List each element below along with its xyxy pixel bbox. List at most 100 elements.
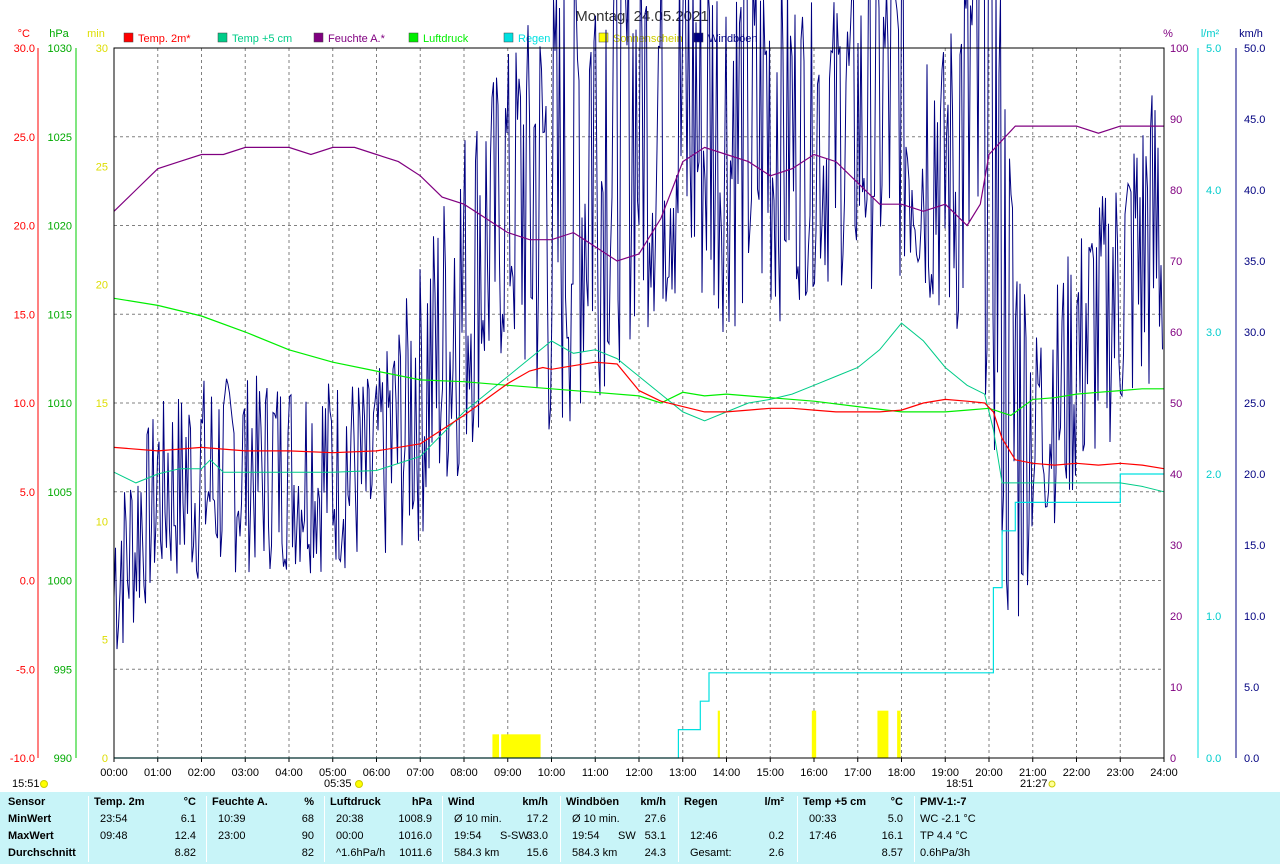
temp-tick-label: 20.0: [14, 221, 35, 233]
stats-value: 15.6: [526, 847, 548, 859]
legend-swatch: [693, 32, 704, 43]
sun-tick-label: 20: [96, 280, 108, 292]
humidity-tick-label: 80: [1170, 185, 1182, 197]
x-tick-label: 13:00: [669, 767, 697, 779]
x-tick-label: 17:00: [844, 767, 872, 779]
sunshine-bar: [501, 734, 541, 758]
sun-tick-label: 0: [102, 753, 108, 765]
x-tick-label: 11:00: [582, 767, 609, 779]
stats-pmv-value: WC -2.1 °C: [920, 813, 976, 825]
weather-chart: Montag, 24.05.2021 °C hPa min % l/m² km/…: [0, 0, 1280, 792]
stats-value: 6.1: [180, 813, 196, 825]
x-tick-label: 24:00: [1150, 767, 1178, 779]
rain-tick-label: 2.0: [1206, 469, 1221, 481]
legend-label: Temp +5 cm: [232, 33, 292, 45]
stats-value: 12.4: [174, 830, 196, 842]
legend-swatch: [598, 32, 609, 43]
pressure-tick-label: 990: [54, 753, 72, 765]
pressure-axis-unit: hPa: [49, 28, 69, 40]
stats-header-unit: %: [304, 796, 314, 808]
stats-pmv-value: TP 4.4 °C: [920, 830, 968, 842]
x-tick-label: 09:00: [494, 767, 522, 779]
stats-header-unit: °C: [890, 796, 903, 808]
stats-header-unit: km/h: [522, 796, 548, 808]
rain-tick-label: 5.0: [1206, 43, 1221, 55]
moon-icon: [1048, 780, 1056, 788]
stats-value: 53.1: [644, 830, 666, 842]
x-tick-label: 12:00: [625, 767, 653, 779]
pressure-tick-label: 1020: [48, 221, 72, 233]
wind-tick-label: 35.0: [1244, 256, 1265, 268]
legend-label: Sonnenschein: [613, 33, 683, 45]
legend-swatch: [123, 32, 134, 43]
temp-tick-label: 10.0: [14, 398, 35, 410]
sunshine-bar: [492, 734, 499, 758]
stats-row-label: MaxWert: [8, 830, 54, 842]
stats-value: 68: [301, 813, 314, 825]
temp-tick-label: 25.0: [14, 132, 35, 144]
wind-tick-label: 45.0: [1244, 114, 1265, 126]
sunshine-bar: [717, 710, 720, 758]
humidity-tick-label: 100: [1170, 43, 1188, 55]
humidity-tick-label: 90: [1170, 114, 1182, 126]
pressure-tick-label: 1000: [48, 576, 72, 588]
stats-value: 1011.6: [399, 847, 432, 859]
stats-value: 27.6: [644, 813, 666, 825]
sun-tick-label: 10: [96, 516, 108, 528]
x-tick-label: 14:00: [713, 767, 741, 779]
rain-axis-unit: l/m²: [1201, 28, 1220, 40]
pressure-tick-label: 1010: [48, 398, 72, 410]
stats-header-unit: hPa: [411, 796, 432, 808]
x-tick-label: 22:00: [1063, 767, 1091, 779]
sun-tick-label: 25: [96, 161, 108, 173]
sunshine-bar: [877, 710, 889, 758]
legend-label: Temp. 2m*: [138, 33, 191, 45]
stats-column-separator: [797, 796, 798, 862]
wind-tick-label: 50.0: [1244, 43, 1265, 55]
x-tick-label: 07:00: [406, 767, 434, 779]
wind-tick-label: 0.0: [1244, 753, 1259, 765]
temp-tick-label: 0.0: [20, 576, 35, 588]
sun-marker-icon: [40, 780, 48, 788]
x-tick-label: 01:00: [144, 767, 172, 779]
pressure-tick-label: 1015: [48, 309, 72, 321]
sunrise-label: 05:35: [324, 778, 352, 790]
stats-value: 33.0: [526, 830, 548, 842]
legend-swatch: [503, 32, 514, 43]
stats-value: 8.82: [174, 847, 196, 859]
sun-tick-label: 15: [96, 398, 108, 410]
x-tick-label: 08:00: [450, 767, 478, 779]
x-tick-label: 00:00: [100, 767, 128, 779]
rain-tick-label: 3.0: [1206, 327, 1221, 339]
sunset-label: 18:51: [946, 778, 974, 790]
stats-column-separator: [324, 796, 325, 862]
rain-tick-label: 4.0: [1206, 185, 1221, 197]
statistics-panel: Sensor Temp. 2m °C Feuchte A.% Luftdruck hPa W…: [0, 792, 1280, 864]
x-tick-label: 10:00: [538, 767, 566, 779]
legend-swatch: [313, 32, 324, 43]
x-tick-label: 15:00: [756, 767, 784, 779]
stats-header-unit: km/h: [640, 796, 666, 808]
humidity-axis-unit: %: [1163, 28, 1173, 40]
legend-swatch: [408, 32, 419, 43]
pressure-tick-label: 1025: [48, 132, 72, 144]
stats-value: 5.0: [887, 813, 903, 825]
x-tick-label: 20:00: [975, 767, 1003, 779]
x-tick-label: 06:00: [363, 767, 391, 779]
x-tick-label: 23:00: [1106, 767, 1134, 779]
wind-tick-label: 10.0: [1244, 611, 1265, 623]
sunshine-bar: [897, 710, 901, 758]
legend-swatch: [217, 32, 228, 43]
stats-value: 24.3: [644, 847, 666, 859]
humidity-tick-label: 40: [1170, 469, 1182, 481]
sunrise-sun-icon: [355, 780, 363, 788]
pressure-tick-label: 1005: [48, 487, 72, 499]
sunshine-bar: [811, 710, 817, 758]
stats-column-separator: [914, 796, 915, 862]
stats-value: 8.57: [881, 847, 903, 859]
humidity-tick-label: 50: [1170, 398, 1182, 410]
stats-column-separator: [88, 796, 89, 862]
temp-tick-label: 30.0: [14, 43, 35, 55]
sun-tick-label: 30: [96, 43, 108, 55]
wind-tick-label: 20.0: [1244, 469, 1265, 481]
